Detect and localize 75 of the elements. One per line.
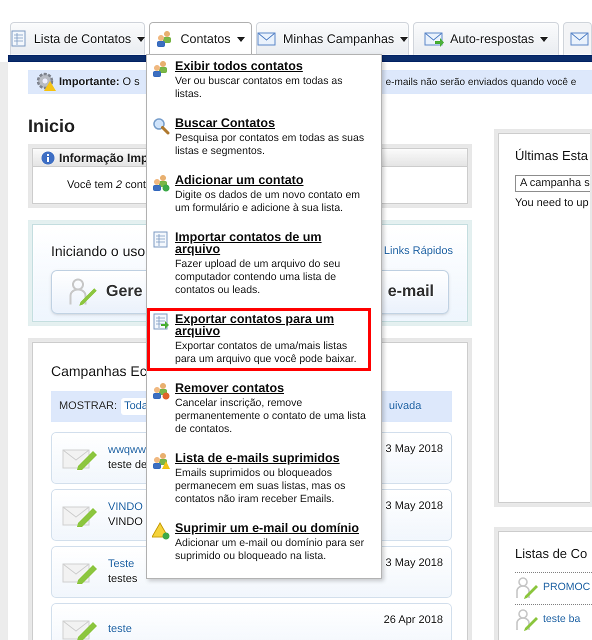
nav-tab[interactable]: Auto-respostas [413, 22, 560, 55]
menu-item-title[interactable]: Remover contatos [175, 382, 284, 394]
menu-item[interactable]: Buscar Contatos Pesquisa por contatos em todas as suas listas e segmentos. [147, 112, 371, 163]
menu-item[interactable]: Suprimir um e-mail ou domínio Adicionar um e-mail ou domínio para ser suprimido ou bloqueado na lista. [147, 517, 371, 568]
campaign-title[interactable]: teste [108, 622, 132, 636]
campaign-title[interactable]: Teste [108, 557, 134, 572]
menu-item-description: Ver ou buscar contatos em todas as listas. [175, 75, 344, 101]
section-title: Últimas Esta [515, 147, 588, 165]
search-icon [152, 117, 170, 135]
contact-list-link[interactable]: teste ba [543, 612, 580, 628]
menu-item[interactable]: Exibir todos contatos Ver ou buscar contatos em todas as listas. [147, 55, 371, 106]
menu-item-title[interactable]: Suprimir um e-mail ou domínio [175, 522, 360, 534]
person-pencil-icon [68, 277, 98, 307]
section-title: Listas de Co [515, 545, 588, 563]
campaign-subtitle: testes [108, 572, 138, 587]
info-icon [41, 150, 55, 164]
notice-label: Importante: [59, 74, 120, 90]
people-add-icon [152, 174, 170, 192]
menu-item-description: Cancelar inscrição, remove permanentemente o contato de uma lista de contatos. [175, 397, 366, 436]
campaign-title[interactable]: wwqww [108, 443, 146, 458]
nav-tab[interactable] [563, 22, 592, 55]
people-warning-icon [152, 452, 170, 470]
menu-item-description: Fazer upload de um arquivo do seu computador contendo uma lista de contatos ou leads. [175, 258, 342, 297]
menu-item-description: Exportar contatos de uma/mais listas para um arquivo que você pode baixar. [175, 340, 358, 366]
envelope-icon [257, 31, 277, 47]
sheet-icon [10, 30, 28, 48]
sheet-icon [152, 231, 170, 249]
nav-tab[interactable]: Contatos [149, 22, 252, 55]
menu-item-title[interactable]: Exportar contatos para um arquivo [175, 313, 366, 337]
page-title: Inicio [28, 115, 76, 138]
caret-icon [400, 36, 408, 42]
campaign-date: 26 Apr 2018 [384, 613, 443, 628]
menu-item-title[interactable]: Importar contatos de um arquivo [175, 231, 366, 255]
section-title: Campanhas Ec [51, 362, 147, 381]
caret-icon [137, 36, 146, 42]
menu-item-description: Adicionar um e-mail ou domínio para ser suprimido ou bloqueado na lista. [175, 537, 366, 563]
filter-label: MOSTRAR: [59, 399, 118, 414]
notice-text: O s [122, 74, 140, 90]
section-title: Iniciando o uso [51, 242, 146, 261]
campaign-date: 3 May 2018 [386, 556, 443, 571]
menu-item-description: Emails suprimidos ou bloqueados permanecem em suas listas, mas os contatos não iram receber Emails. [175, 467, 346, 506]
campaign-date: 3 May 2018 [386, 499, 443, 514]
campaign-select[interactable]: A campanha s [515, 174, 590, 192]
menu-item-description: Digite os dados de um novo contato em um formulário e adicione à sua lista. [175, 189, 362, 215]
nav-tab[interactable]: Lista de Contatos [10, 22, 145, 55]
menu-item[interactable]: Importar contatos de um arquivo Fazer upload de um arquivo do seu computador contendo uma lista de contatos ou leads. [147, 226, 371, 302]
campaign-date: 3 May 2018 [386, 442, 443, 457]
people-icon [152, 60, 170, 78]
caret-icon [540, 36, 548, 42]
people-remove-icon [152, 382, 170, 400]
menu-item-title[interactable]: Adicionar um contato [175, 174, 304, 186]
caret-icon [236, 36, 245, 42]
warning-add-icon [152, 522, 170, 540]
person-pencil-icon [515, 608, 539, 632]
menu-item[interactable]: Exportar contatos para um arquivo Exportar contatos de uma/mais listas para um arquivo que você pode baixar. [147, 308, 371, 371]
campaign-title[interactable]: VINDO [108, 500, 143, 515]
envelope-icon [570, 31, 590, 47]
campaign-subtitle: teste de [108, 458, 148, 473]
contact-list-link[interactable]: PROMOC [543, 580, 590, 596]
menu-item-title[interactable]: Lista de e-mails suprimidos [175, 452, 340, 464]
gear-warning-icon [36, 72, 56, 92]
menu-item[interactable]: Adicionar um contato Digite os dados de um novo contato em um formulário e adicione à sua lista. [147, 169, 371, 220]
quick-links-link[interactable]: Links Rápidos [384, 243, 453, 260]
menu-item-title[interactable]: Buscar Contatos [175, 117, 276, 129]
nav-tab[interactable]: Minhas Campanhas [256, 22, 410, 55]
menu-item-description: Pesquisa por contatos em todas as suas listas e segmentos. [175, 132, 366, 158]
info-text: Você tem 2 cont [67, 178, 146, 193]
menu-item[interactable]: Lista de e-mails suprimidos Emails suprimidos ou bloqueados permanecem em suas listas, mas os contatos não iram receber Emails. [147, 447, 371, 511]
stats-message: You need to up [515, 196, 590, 210]
campaign-row[interactable]: teste 26 Apr 2018 [51, 603, 452, 640]
person-pencil-icon [515, 576, 539, 600]
notice-text: e-mails não serão enviados quando você e [386, 76, 576, 90]
campaign-subtitle: VINDO [108, 515, 143, 530]
menu-item-title[interactable]: Exibir todos contatos [175, 60, 303, 72]
filter-option[interactable]: uivada [388, 398, 422, 415]
